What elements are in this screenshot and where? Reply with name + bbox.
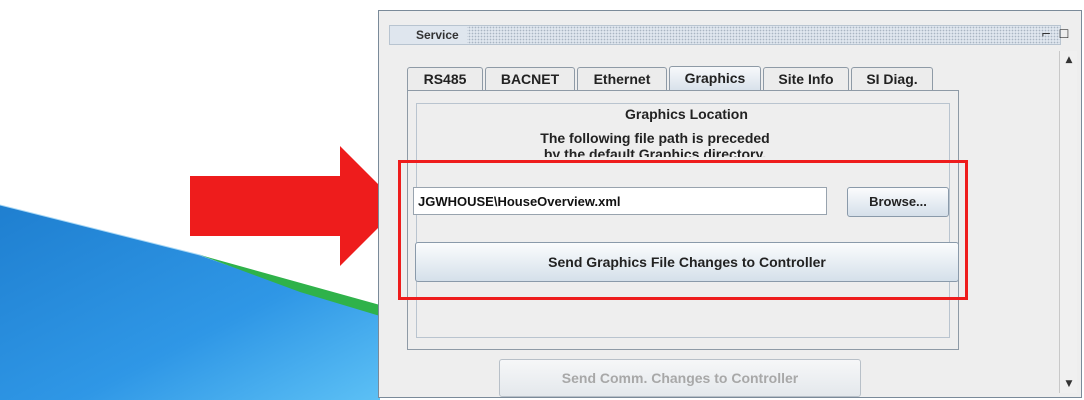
window-title: Service [390,26,467,44]
tab-si-diag[interactable]: SI Diag. [851,67,933,90]
tab-bacnet[interactable]: BACNET [485,67,575,90]
vertical-scrollbar[interactable]: ▲ ▼ [1059,51,1077,393]
description-line-2: by the default Graphics directory. [543,146,767,157]
restore-icon[interactable]: ⌐ [1039,26,1053,42]
tab-rs485[interactable]: RS485 [407,67,483,90]
description-line-1: The following file path is preceded [540,130,770,146]
scroll-down-icon[interactable]: ▼ [1062,377,1076,391]
send-comm-button[interactable]: Send Comm. Changes to Controller [499,359,861,397]
scroll-up-icon[interactable]: ▲ [1062,53,1076,67]
maximize-icon[interactable]: ☐ [1057,26,1071,42]
highlight-box [398,160,968,300]
tab-ethernet[interactable]: Ethernet [577,67,667,90]
group-title: Graphics Location [621,106,752,122]
tab-site-info[interactable]: Site Info [763,67,849,90]
tab-graphics[interactable]: Graphics [669,66,761,91]
title-bar[interactable]: Service [389,25,1061,45]
red-arrow-icon [190,146,400,266]
